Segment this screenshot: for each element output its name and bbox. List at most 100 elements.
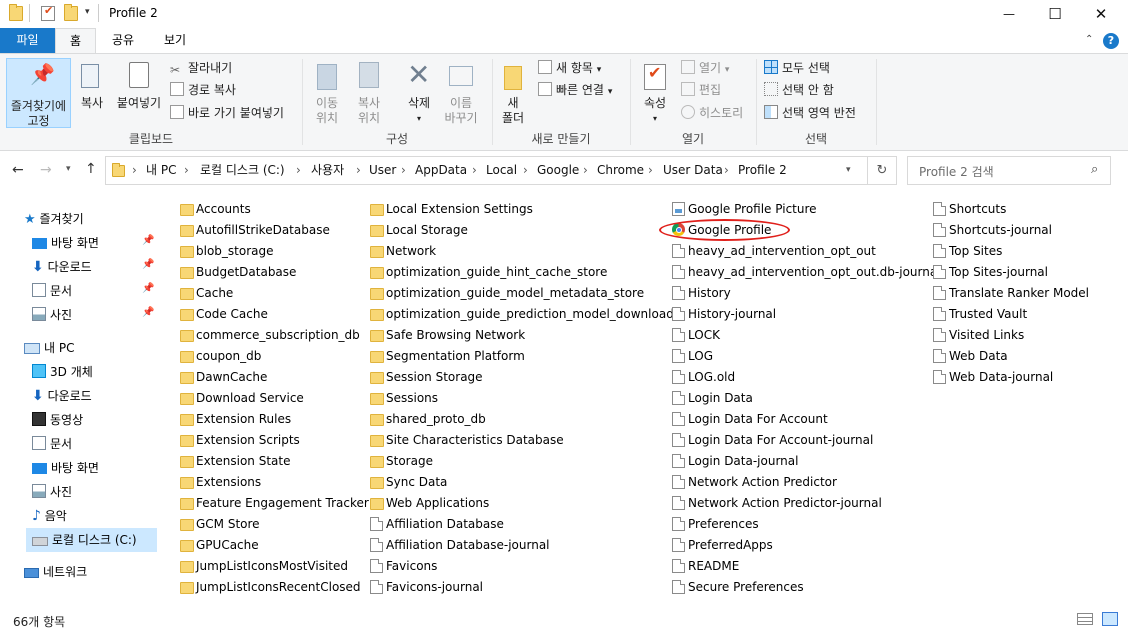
tab-file[interactable]: 파일: [0, 28, 55, 53]
delete-button[interactable]: ✕ 삭제 ▾: [400, 60, 438, 126]
up-arrow-icon[interactable]: ↑: [85, 161, 97, 177]
breadcrumb-user-data[interactable]: User Data: [663, 157, 723, 184]
breadcrumb-users[interactable]: 사용자: [311, 157, 344, 184]
help-icon[interactable]: ?: [1103, 33, 1119, 49]
edit-label: 편집: [699, 83, 722, 97]
details-view-icon[interactable]: [1077, 613, 1093, 625]
status-bar: 66개 항목: [0, 607, 1128, 631]
forward-arrow-icon[interactable]: →: [40, 162, 52, 178]
cut-button[interactable]: ✂ 잘라내기: [170, 60, 232, 77]
refresh-icon[interactable]: ↻: [868, 156, 897, 185]
select-all-button[interactable]: 모두 선택: [764, 60, 830, 76]
nav-music[interactable]: ♪ 음악: [32, 504, 157, 528]
title-bar: ✔ ▾ Profile 2 — ☐ ✕: [0, 0, 1128, 28]
file-icon: [672, 538, 685, 552]
breadcrumb-this-pc[interactable]: 내 PC: [146, 157, 176, 184]
breadcrumb-appdata[interactable]: AppData: [415, 157, 467, 184]
paste-button[interactable]: 붙여넣기: [113, 60, 165, 111]
move-to-button[interactable]: 이동 위치: [309, 60, 345, 126]
breadcrumb-local-disk[interactable]: 로컬 디스크 (C:): [200, 157, 285, 184]
breadcrumb-separator[interactable]: ›: [401, 157, 406, 184]
folder-icon: [180, 582, 194, 594]
nav-network[interactable]: 네트워크: [24, 560, 157, 584]
3d-objects-icon: [32, 364, 46, 378]
breadcrumb-separator[interactable]: ›: [296, 157, 301, 184]
file-name: coupon_db: [196, 349, 262, 363]
search-box[interactable]: Profile 2 검색 ⌕: [907, 156, 1111, 185]
nav-desktop[interactable]: 바탕 화면: [32, 456, 157, 480]
pin-icon[interactable]: 📌: [142, 283, 154, 294]
nav-downloads[interactable]: ⬇ 다운로드: [32, 384, 157, 408]
quick-access-dropdown-icon[interactable]: ▾: [85, 7, 90, 17]
breadcrumb-separator[interactable]: ›: [356, 157, 361, 184]
breadcrumb-separator[interactable]: ›: [132, 157, 137, 184]
rename-button[interactable]: 이름 바꾸기: [441, 60, 481, 126]
new-item-button[interactable]: 새 항목 ▾: [538, 60, 601, 78]
nav-3d-objects[interactable]: 3D 개체: [32, 360, 157, 384]
search-input[interactable]: Profile 2 검색: [919, 163, 994, 180]
ribbon-collapse-icon[interactable]: ⌃: [1085, 34, 1093, 45]
address-bar[interactable]: › 내 PC › 로컬 디스크 (C:) › 사용자 › User › AppD…: [105, 156, 868, 185]
nav-qa-downloads[interactable]: ⬇ 다운로드: [32, 255, 157, 279]
breadcrumb-chrome[interactable]: Chrome: [597, 157, 644, 184]
paste-shortcut-button[interactable]: 바로 가기 붙여넣기: [170, 105, 284, 121]
breadcrumb-separator[interactable]: ›: [583, 157, 588, 184]
file-name: JumpListIconsRecentClosed: [196, 580, 361, 594]
breadcrumb-google[interactable]: Google: [537, 157, 579, 184]
copy-button[interactable]: 복사: [76, 60, 108, 111]
nav-local-disk[interactable]: 로컬 디스크 (C:): [26, 528, 157, 552]
pin-icon[interactable]: 📌: [142, 235, 154, 246]
nav-quick-access[interactable]: ★ 즐겨찾기: [24, 207, 157, 231]
search-icon[interactable]: ⌕: [1091, 162, 1098, 177]
nav-qa-desktop[interactable]: 바탕 화면: [32, 231, 157, 255]
group-label-clipboard: 클립보드: [128, 132, 174, 146]
minimize-button[interactable]: —: [986, 0, 1032, 28]
large-icons-view-icon[interactable]: [1102, 612, 1118, 626]
recent-locations-icon[interactable]: ▾: [66, 164, 71, 174]
maximize-button[interactable]: ☐: [1032, 0, 1078, 28]
breadcrumb-local[interactable]: Local: [486, 157, 517, 184]
divider: [98, 4, 99, 22]
pin-icon[interactable]: 📌: [142, 259, 154, 270]
nav-documents[interactable]: 문서: [32, 432, 157, 456]
pin-icon: 📌: [30, 62, 55, 86]
breadcrumb-separator[interactable]: ›: [184, 157, 189, 184]
breadcrumb-profile-2[interactable]: Profile 2: [738, 157, 787, 184]
folder-icon: [370, 351, 384, 363]
new-folder-button[interactable]: 새 폴더: [498, 60, 528, 126]
properties-button[interactable]: ✔ 속성 ▾: [638, 60, 672, 126]
copy-to-button[interactable]: 복사 위치: [351, 60, 387, 126]
file-name: Safe Browsing Network: [386, 328, 526, 342]
breadcrumb-user[interactable]: User: [369, 157, 396, 184]
properties-check-icon[interactable]: ✔: [41, 4, 55, 21]
edit-button[interactable]: 편집: [681, 82, 721, 98]
tab-view[interactable]: 보기: [153, 28, 197, 53]
file-name: commerce_subscription_db: [196, 328, 360, 342]
select-none-button[interactable]: 선택 안 함: [764, 82, 834, 98]
breadcrumb-separator[interactable]: ›: [648, 157, 653, 184]
copy-path-button[interactable]: 경로 복사: [170, 82, 236, 98]
tab-home[interactable]: 홈: [55, 28, 96, 54]
back-arrow-icon[interactable]: ←: [12, 162, 24, 178]
file-name: Accounts: [196, 202, 251, 216]
history-button[interactable]: 히스토리: [681, 105, 743, 121]
address-dropdown-icon[interactable]: ▾: [846, 157, 851, 184]
easy-access-button[interactable]: 빠른 연결 ▾: [538, 82, 612, 100]
close-button[interactable]: ✕: [1078, 0, 1124, 28]
breadcrumb-separator[interactable]: ›: [472, 157, 477, 184]
pin-icon[interactable]: 📌: [142, 307, 154, 318]
breadcrumb-separator[interactable]: ›: [523, 157, 528, 184]
nav-pictures[interactable]: 사진: [32, 480, 157, 504]
file-name: Trusted Vault: [949, 307, 1028, 321]
pin-to-quick-access-button[interactable]: 📌 즐겨찾기에 고정: [6, 58, 71, 128]
file-icon: [370, 517, 383, 531]
new-folder-icon[interactable]: [64, 4, 78, 21]
invert-selection-button[interactable]: 선택 영역 반전: [764, 105, 856, 121]
nav-qa-documents[interactable]: 문서: [32, 279, 157, 303]
nav-qa-pictures[interactable]: 사진: [32, 303, 157, 327]
nav-videos[interactable]: 동영상: [32, 408, 157, 432]
tab-share[interactable]: 공유: [101, 28, 145, 53]
nav-this-pc[interactable]: 내 PC: [24, 336, 157, 360]
open-button[interactable]: 열기 ▾: [681, 60, 729, 78]
breadcrumb-separator[interactable]: ›: [724, 157, 729, 184]
